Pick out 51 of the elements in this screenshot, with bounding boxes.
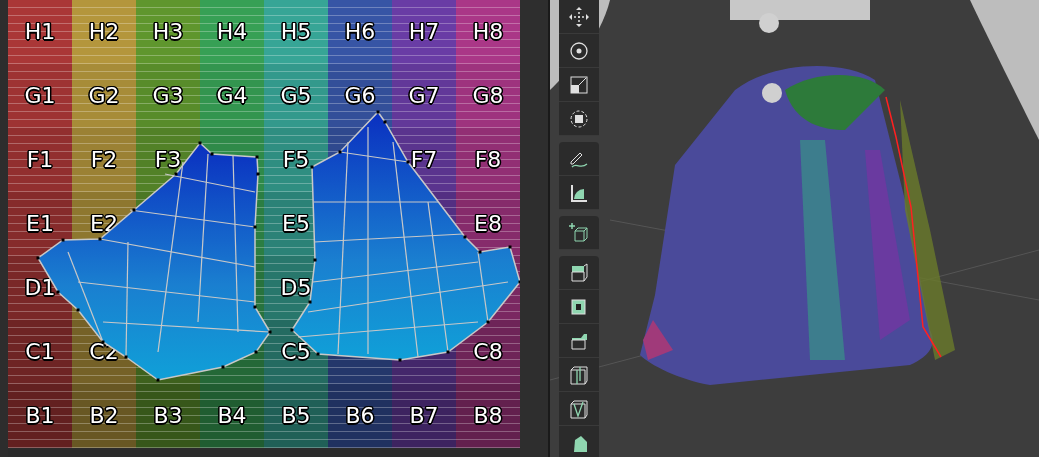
tool-button[interactable] <box>559 216 599 250</box>
grid-cell: B6 <box>328 384 392 448</box>
grid-cell: H6 <box>328 0 392 64</box>
grid-cell: H3 <box>136 0 200 64</box>
grid-cell: H8 <box>456 0 520 64</box>
tool-button[interactable] <box>559 256 599 290</box>
transform-icon <box>568 107 590 130</box>
grid-cell: B8 <box>456 384 520 448</box>
grid-cell: E1 <box>8 192 72 256</box>
grid-cell: G8 <box>456 64 520 128</box>
3d-viewport[interactable] <box>550 0 1039 457</box>
tool-button[interactable] <box>559 324 599 358</box>
grid-cell: H7 <box>392 0 456 64</box>
scale-icon <box>568 73 590 96</box>
extrude-cube-icon <box>568 261 590 284</box>
grid-cell: C1 <box>8 320 72 384</box>
grid-cell: G4 <box>200 64 264 128</box>
grid-cell: B7 <box>392 384 456 448</box>
grid-cell: G7 <box>392 64 456 128</box>
tool-button[interactable] <box>559 358 599 392</box>
grid-cell: F2 <box>72 128 136 192</box>
grid-cell: B5 <box>264 384 328 448</box>
grid-cell: H5 <box>264 0 328 64</box>
add-cube-icon <box>568 221 590 244</box>
knife-cube-icon <box>568 397 590 420</box>
tool-button[interactable] <box>559 176 599 210</box>
tool-button[interactable] <box>559 142 599 176</box>
grid-cell: B2 <box>72 384 136 448</box>
grid-cell: G5 <box>264 64 328 128</box>
grid-cell: H2 <box>72 0 136 64</box>
tool-button[interactable] <box>559 290 599 324</box>
grid-cell: F8 <box>456 128 520 192</box>
move-arrows-icon <box>568 5 590 28</box>
rotate-icon <box>568 39 590 62</box>
grid-cell: H4 <box>200 0 264 64</box>
grid-cell: G1 <box>8 64 72 128</box>
tool-button[interactable] <box>559 68 599 102</box>
grid-cell: G2 <box>72 64 136 128</box>
grid-cell: B4 <box>200 384 264 448</box>
grid-cell: G3 <box>136 64 200 128</box>
tool-button[interactable] <box>559 426 599 457</box>
tool-button[interactable] <box>559 102 599 136</box>
tool-button[interactable] <box>559 392 599 426</box>
grid-cell: F1 <box>8 128 72 192</box>
tool-button[interactable] <box>559 34 599 68</box>
loop-cut-cube-icon <box>568 363 590 386</box>
grid-cell: B3 <box>136 384 200 448</box>
grid-cell: G6 <box>328 64 392 128</box>
grid-cell: H1 <box>8 0 72 64</box>
grid-cell: B1 <box>8 384 72 448</box>
tool-button[interactable] <box>559 0 599 34</box>
